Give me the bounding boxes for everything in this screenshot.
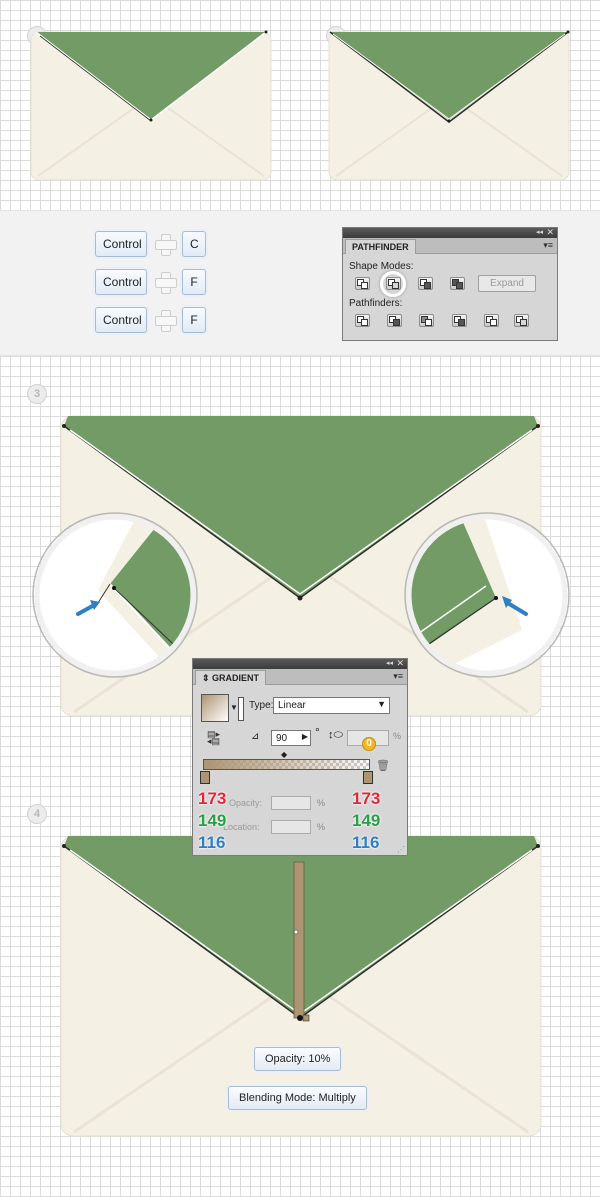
envelope-step-2	[328, 30, 570, 181]
pathfinders-label: Pathfinders:	[349, 298, 403, 309]
blending-mode-label-box: Blending Mode: Multiply	[228, 1086, 367, 1110]
type-select-value: Linear	[278, 700, 306, 711]
aspect-percent: %	[393, 731, 402, 741]
angle-stepper-icon[interactable]: ▶	[302, 732, 308, 741]
close-icon[interactable]: ✕	[396, 658, 404, 669]
panel-titlebar[interactable]: ◂◂ ✕	[343, 227, 557, 238]
type-select[interactable]: Linear ▼	[273, 697, 390, 714]
plus-icon	[155, 310, 177, 332]
step-badge-3: 3	[27, 384, 47, 404]
right-stop-red: 173	[352, 789, 381, 808]
left-stop-red: 173	[198, 789, 227, 808]
merge-icon[interactable]	[419, 314, 434, 327]
shape-modes-label: Shape Modes:	[349, 261, 414, 272]
key-f: F	[182, 307, 206, 333]
location-percent: %	[317, 822, 326, 832]
plus-icon	[155, 234, 177, 256]
angle-value: 90	[276, 733, 288, 744]
aspect-badge: 0	[362, 737, 376, 751]
color-stop-left[interactable]	[200, 771, 210, 784]
exclude-icon[interactable]	[450, 277, 465, 290]
key-c: C	[182, 231, 206, 257]
intersect-icon[interactable]	[418, 277, 433, 290]
type-label: Type:	[249, 700, 274, 711]
aspect-ratio-icon: ↕⬭	[328, 729, 343, 741]
collapse-icon[interactable]: ◂◂	[536, 228, 543, 236]
right-stop-blue: 116	[352, 833, 380, 852]
divide-icon[interactable]	[355, 314, 370, 327]
angle-input[interactable]: 90 ▶	[271, 730, 311, 746]
fill-indicator	[238, 697, 244, 721]
tab-arrows-icon: ⇕	[202, 673, 213, 683]
resize-grip-icon[interactable]: ⋰	[397, 845, 405, 854]
location-input	[271, 820, 311, 834]
opacity-percent: %	[317, 798, 326, 808]
color-stop-right[interactable]	[363, 771, 373, 784]
opacity-label: Opacity:	[229, 798, 263, 808]
trash-icon[interactable]: 🗑	[376, 759, 390, 772]
swatch-dropdown-icon[interactable]: ▼	[230, 703, 238, 712]
outline-icon[interactable]	[484, 314, 499, 327]
degree-symbol: °	[315, 725, 320, 739]
location-label: Location:	[223, 822, 260, 832]
magnifier-left	[32, 512, 198, 678]
panel-menu-icon[interactable]: ▾≡	[393, 671, 403, 682]
key-control-3: Control	[95, 307, 147, 333]
crop-icon[interactable]	[452, 314, 467, 327]
opacity-label-box: Opacity: 10%	[254, 1047, 342, 1071]
angle-icon: ⊿	[251, 731, 260, 742]
unite-icon[interactable]	[355, 277, 370, 290]
collapse-icon[interactable]: ◂◂	[386, 659, 393, 667]
panel-titlebar[interactable]: ◂◂ ✕	[193, 658, 407, 669]
left-stop-blue: 116	[198, 833, 226, 852]
envelope-step-1	[30, 30, 272, 181]
key-f: F	[182, 269, 206, 295]
pathfinder-panel: ◂◂ ✕ PATHFINDER ▾≡ Shape Modes: Expand P…	[342, 227, 558, 341]
opacity-input	[271, 796, 311, 810]
right-stop-green: 149	[352, 811, 381, 830]
left-stop-green: 149	[198, 811, 227, 830]
trim-icon[interactable]	[387, 314, 402, 327]
expand-button[interactable]: Expand	[478, 275, 536, 292]
tab-gradient-label: GRADIENT	[212, 673, 260, 683]
gradient-swatch[interactable]	[201, 694, 229, 722]
magnifier-right	[404, 512, 570, 678]
panel-menu-icon[interactable]: ▾≡	[543, 240, 553, 251]
plus-icon	[155, 272, 177, 294]
gradient-slider[interactable]	[203, 759, 370, 770]
tab-pathfinder[interactable]: PATHFINDER	[345, 239, 416, 254]
step-badge-4: 4	[27, 804, 47, 824]
key-control-2: Control	[95, 269, 147, 295]
chevron-down-icon: ▼	[377, 699, 386, 709]
close-icon[interactable]: ✕	[546, 227, 554, 238]
reverse-gradient-icon[interactable]: ▤▸ ◂▤	[207, 730, 223, 746]
gradient-panel: ◂◂ ✕ ⇕ GRADIENT ▾≡ ▼ Type: Linear ▼ ▤▸ ◂▤…	[192, 658, 408, 856]
key-control-1: Control	[95, 231, 147, 257]
tab-gradient[interactable]: ⇕ GRADIENT	[195, 670, 267, 685]
minus-front-icon[interactable]	[386, 277, 401, 290]
midpoint-diamond-icon[interactable]: ◆	[281, 750, 287, 759]
minus-back-icon[interactable]	[514, 314, 529, 327]
